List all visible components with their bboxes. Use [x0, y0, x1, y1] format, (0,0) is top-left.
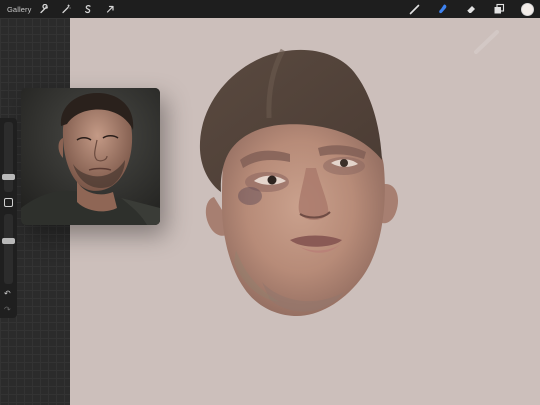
- undo-icon[interactable]: ↶: [4, 290, 11, 298]
- modify-square-icon[interactable]: [4, 198, 13, 207]
- brush-size-slider-thumb[interactable]: [2, 174, 15, 180]
- opacity-slider-thumb[interactable]: [2, 238, 15, 244]
- opacity-slider[interactable]: [2, 214, 15, 284]
- redo-icon[interactable]: ↷: [4, 306, 11, 314]
- reference-image-window[interactable]: [21, 88, 160, 225]
- reference-photo: [21, 88, 160, 225]
- brush-sidebar: ↶ ↷: [0, 118, 17, 318]
- brush-size-slider[interactable]: [2, 122, 15, 192]
